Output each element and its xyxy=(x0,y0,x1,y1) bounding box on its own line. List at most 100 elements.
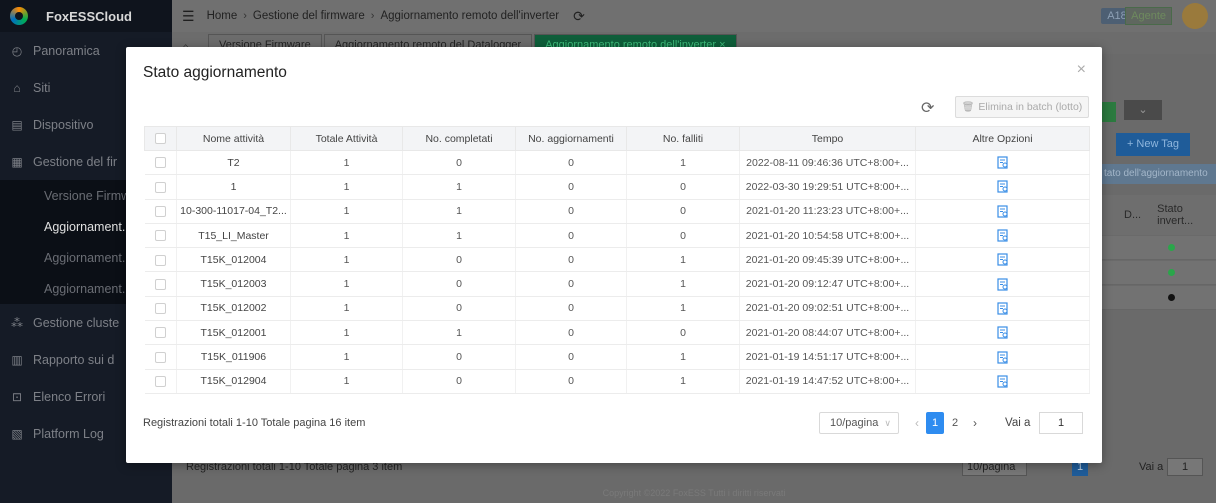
background-row xyxy=(1102,236,1216,260)
upgrading-count: 0 xyxy=(515,247,627,273)
upgrading-count: 0 xyxy=(515,223,627,249)
details-icon[interactable] xyxy=(915,271,1090,297)
goto-label: Vai a xyxy=(1005,417,1031,429)
column-header: No. aggiornamenti xyxy=(515,126,627,151)
background-upgrade-link: tato dell'aggiornamento xyxy=(1102,164,1216,184)
details-icon[interactable] xyxy=(915,369,1090,394)
page-size-value: 10/pagina xyxy=(830,417,879,429)
failed-count: 1 xyxy=(626,369,740,394)
breadcrumb-firmware[interactable]: Gestione del firmware xyxy=(253,10,365,22)
total-tasks: 1 xyxy=(290,223,403,249)
row-checkbox[interactable] xyxy=(144,199,177,224)
refresh-icon[interactable]: ⟳ xyxy=(573,8,585,25)
refresh-icon[interactable]: ⟳ xyxy=(921,98,934,118)
failed-count: 1 xyxy=(626,150,740,176)
total-tasks: 1 xyxy=(290,150,403,176)
breadcrumb-separator: › xyxy=(243,10,247,22)
sidebar-item-label: Gestione del fir xyxy=(33,154,118,169)
upgrading-count: 0 xyxy=(515,369,627,394)
failed-count: 0 xyxy=(626,320,740,346)
sidebar-item-label: Gestione cluste xyxy=(33,315,120,330)
table-header-row: Nome attività Totale Attività No. comple… xyxy=(144,126,1090,151)
background-goto-input: 1 xyxy=(1167,458,1203,476)
upgrading-count: 0 xyxy=(515,150,627,176)
upgrade-status-modal: Stato aggiornamento × ⟳ 🗑 Elimina in bat… xyxy=(126,47,1102,463)
task-name: T15K_012003 xyxy=(176,271,291,297)
prev-page-button[interactable]: ‹ xyxy=(908,412,926,434)
page-2-button[interactable]: 2 xyxy=(946,412,964,434)
background-new-tag-button: + New Tag xyxy=(1116,133,1190,156)
completed-count: 0 xyxy=(402,369,516,394)
role-badge: Agente xyxy=(1125,7,1172,25)
row-checkbox[interactable] xyxy=(144,271,177,297)
row-checkbox[interactable] xyxy=(144,296,177,322)
sidebar-item-label: Panoramica xyxy=(33,43,100,58)
total-tasks: 1 xyxy=(290,199,403,224)
table-row: T15K_012004 1 0 0 1 2021-01-20 09:45:39 UTC+8… xyxy=(144,247,1090,273)
row-checkbox[interactable] xyxy=(144,320,177,346)
avatar[interactable] xyxy=(1182,3,1208,29)
status-dot xyxy=(1168,244,1175,251)
details-icon[interactable] xyxy=(915,320,1090,346)
upgrading-count: 0 xyxy=(515,271,627,297)
column-header: Altre Opzioni xyxy=(915,126,1090,151)
details-icon[interactable] xyxy=(915,247,1090,273)
time: 2022-08-11 09:46:36 UTC+8:00+... xyxy=(739,150,916,176)
total-tasks: 1 xyxy=(290,174,403,200)
page-size-select[interactable]: 10/pagina ∨ xyxy=(819,412,899,434)
row-checkbox[interactable] xyxy=(144,223,177,249)
table-row: T15K_012904 1 0 0 1 2021-01-19 14:47:52 UTC+8… xyxy=(144,369,1090,394)
sidebar-item-label: Platform Log xyxy=(33,426,104,441)
total-tasks: 1 xyxy=(290,247,403,273)
total-tasks: 1 xyxy=(290,369,403,394)
next-page-button[interactable]: › xyxy=(966,412,984,434)
details-icon[interactable] xyxy=(915,344,1090,370)
batch-delete-button[interactable]: 🗑 Elimina in batch (lotto) xyxy=(955,96,1089,118)
total-records-text: Registrazioni totali 1-10 Totale pagina … xyxy=(143,417,366,429)
select-all-checkbox[interactable] xyxy=(144,126,177,151)
time: 2021-01-19 14:47:52 UTC+8:00+... xyxy=(739,369,916,394)
breadcrumb-home[interactable]: Home xyxy=(207,10,238,22)
background-goto-label: Vai a xyxy=(1139,461,1164,473)
upgrading-count: 0 xyxy=(515,296,627,322)
breadcrumb-separator: › xyxy=(370,10,375,22)
failed-count: 0 xyxy=(626,199,740,224)
close-icon[interactable]: × xyxy=(1077,61,1086,79)
details-icon[interactable] xyxy=(915,223,1090,249)
goto-page-input[interactable]: 1 xyxy=(1039,412,1083,434)
row-checkbox[interactable] xyxy=(144,247,177,273)
completed-count: 0 xyxy=(402,271,516,297)
details-icon[interactable] xyxy=(915,296,1090,322)
completed-count: 1 xyxy=(402,223,516,249)
dashboard-icon: ◴ xyxy=(11,43,23,58)
failed-count: 1 xyxy=(626,247,740,273)
table-row: T15K_012003 1 0 0 1 2021-01-20 09:12:47 UTC+8… xyxy=(144,271,1090,297)
time: 2021-01-20 09:02:51 UTC+8:00+... xyxy=(739,296,916,322)
row-checkbox[interactable] xyxy=(144,174,177,200)
column-header: Nome attività xyxy=(176,126,291,151)
page-1-button[interactable]: 1 xyxy=(926,412,944,434)
time: 2021-01-19 14:51:17 UTC+8:00+... xyxy=(739,344,916,370)
device-icon: ▤ xyxy=(11,117,23,132)
background-table-header: D... Stato invert... xyxy=(1102,195,1216,235)
row-checkbox[interactable] xyxy=(144,344,177,370)
home-icon: ⌂ xyxy=(13,80,21,95)
background-col-d: D... xyxy=(1124,209,1142,221)
menu-icon[interactable]: ☰ xyxy=(182,8,195,25)
trash-icon: 🗑 xyxy=(961,101,975,113)
failed-count: 0 xyxy=(626,223,740,249)
background-row xyxy=(1102,261,1216,285)
details-icon[interactable] xyxy=(915,199,1090,224)
top-header: ☰ Home › Gestione del firmware › Aggiorn… xyxy=(172,0,1216,32)
row-checkbox[interactable] xyxy=(144,150,177,176)
completed-count: 1 xyxy=(402,199,516,224)
failed-count: 1 xyxy=(626,344,740,370)
details-icon[interactable] xyxy=(915,174,1090,200)
table-row: T2 1 0 0 1 2022-08-11 09:46:36 UTC+8:00+... xyxy=(144,150,1090,176)
row-checkbox[interactable] xyxy=(144,369,177,394)
task-name: T15K_011906 xyxy=(176,344,291,370)
report-icon: ▥ xyxy=(11,352,23,367)
details-icon[interactable] xyxy=(915,150,1090,176)
task-name: 10-300-11017-04_T2... xyxy=(176,199,291,224)
logo-icon xyxy=(10,7,28,25)
